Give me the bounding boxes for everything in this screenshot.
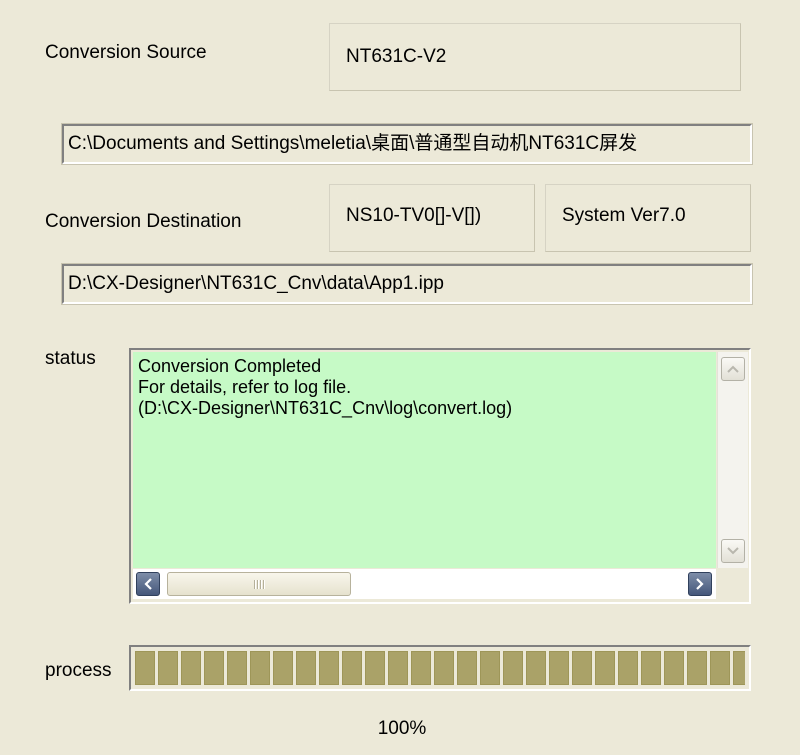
progress-block [388, 651, 408, 685]
status-label: status [45, 348, 96, 369]
system-version-text: System Ver7.0 [562, 205, 686, 226]
progress-fill [135, 651, 745, 685]
progress-block [158, 651, 178, 685]
progress-percent: 100% [377, 718, 427, 739]
progress-block [342, 651, 362, 685]
scroll-left-arrow-icon [144, 578, 152, 590]
status-text-content[interactable]: Conversion Completed For details, refer … [133, 352, 716, 568]
horizontal-scrollbar[interactable] [133, 569, 716, 599]
progress-block [641, 651, 661, 685]
scroll-up-arrow-icon [727, 365, 739, 373]
progress-block [273, 651, 293, 685]
vertical-scrollbar[interactable] [717, 352, 748, 568]
scrollbar-corner [717, 569, 747, 599]
progress-block [250, 651, 270, 685]
status-textarea[interactable]: Conversion Completed For details, refer … [129, 348, 751, 604]
destination-path-field[interactable]: D:\CX-Designer\NT631C_Cnv\data\App1.ipp [61, 263, 753, 305]
status-line: Conversion Completed [138, 356, 322, 376]
scroll-right-arrow-icon [696, 578, 704, 590]
system-version-box: System Ver7.0 [545, 184, 751, 252]
progress-block [227, 651, 247, 685]
progress-block [664, 651, 684, 685]
progress-block [526, 651, 546, 685]
progress-block [296, 651, 316, 685]
scroll-left-button[interactable] [136, 572, 160, 596]
scroll-down-arrow-icon [727, 547, 739, 555]
progress-block [549, 651, 569, 685]
progress-block [480, 651, 500, 685]
scroll-down-button[interactable] [721, 539, 745, 563]
source-model-box: NT631C-V2 [329, 23, 741, 91]
progress-block [733, 651, 745, 685]
source-model-text: NT631C-V2 [346, 46, 447, 67]
progress-block [457, 651, 477, 685]
scroll-up-button[interactable] [721, 357, 745, 381]
progress-block [319, 651, 339, 685]
progress-block [710, 651, 730, 685]
destination-model-box: NS10-TV0[]-V[]) [329, 184, 535, 252]
scroll-right-button[interactable] [688, 572, 712, 596]
process-label: process [45, 660, 112, 681]
progress-block [181, 651, 201, 685]
scroll-grip-icon [254, 579, 264, 589]
progress-block [618, 651, 638, 685]
progress-block [687, 651, 707, 685]
horizontal-scroll-thumb[interactable] [167, 572, 351, 596]
progress-block [503, 651, 523, 685]
status-line: For details, refer to log file. [138, 377, 352, 397]
progress-block [204, 651, 224, 685]
progress-block [572, 651, 592, 685]
status-line: (D:\CX-Designer\NT631C_Cnv\log\convert.l… [138, 398, 513, 418]
progress-block [434, 651, 454, 685]
progress-bar [129, 645, 751, 691]
progress-block [365, 651, 385, 685]
progress-block [135, 651, 155, 685]
progress-block [411, 651, 431, 685]
source-path-field[interactable]: C:\Documents and Settings\meletia\桌面\普通型… [61, 123, 753, 165]
progress-block [595, 651, 615, 685]
destination-model-text: NS10-TV0[]-V[]) [346, 205, 482, 226]
conversion-destination-label: Conversion Destination [45, 211, 242, 232]
conversion-source-label: Conversion Source [45, 42, 207, 63]
